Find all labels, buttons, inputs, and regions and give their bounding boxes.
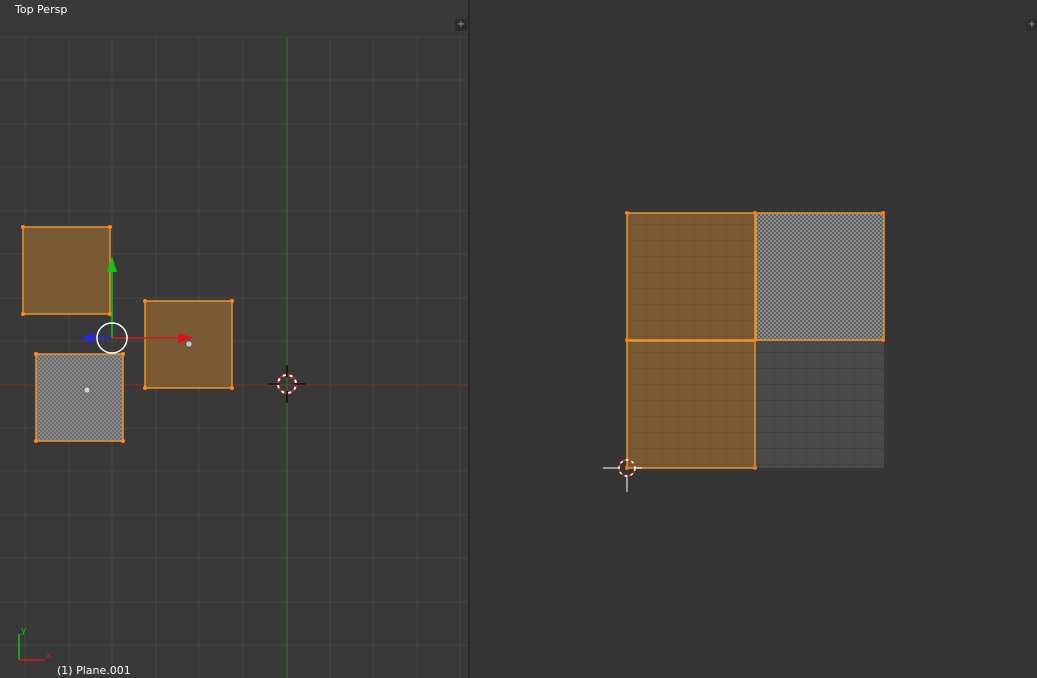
viewport-canvas[interactable]: y x [0,0,468,678]
area-split-icon[interactable]: + [1026,19,1037,31]
view-name-label: Top Persp [15,3,68,16]
uv-image-quadrant [756,213,884,341]
uv-face[interactable] [626,212,756,341]
axis-x-label: x [46,651,52,661]
uv-image-editor[interactable]: + [470,0,1037,678]
area-split-icon[interactable]: + [455,19,467,31]
uv-face[interactable] [626,340,756,469]
axis-y-label: y [21,626,27,636]
axis-orientation-icon [18,634,45,661]
3d-viewport[interactable]: y x Top Persp + (1) Plane.001 [0,0,468,678]
plane-object-textured[interactable] [34,352,125,443]
plane-object[interactable] [143,299,234,390]
active-object-label: (1) Plane.001 [57,664,131,677]
plane-object[interactable] [21,225,112,316]
uv-canvas[interactable] [470,0,1037,678]
uv-image-quadrant [756,341,884,468]
